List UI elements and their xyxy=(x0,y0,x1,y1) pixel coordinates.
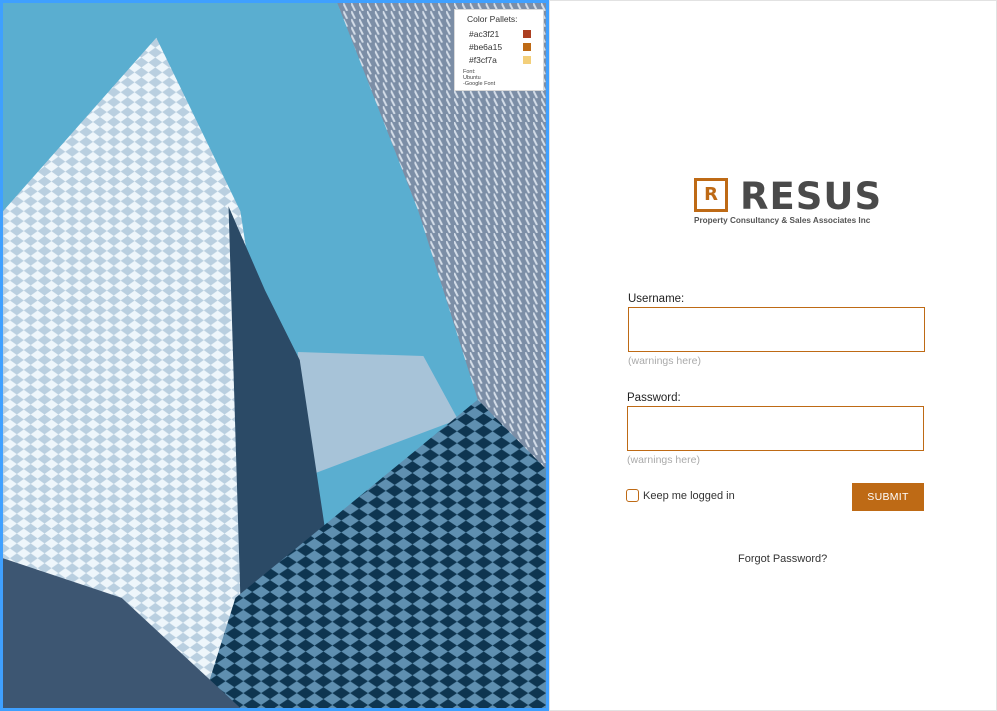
font-note-line: -Google Font xyxy=(463,81,496,87)
keep-logged-in-label[interactable]: Keep me logged in xyxy=(643,490,735,502)
submit-button[interactable]: SUBMIT xyxy=(852,483,924,511)
palette-swatch xyxy=(523,42,531,51)
logo-mark-letter: R xyxy=(704,184,718,205)
skyscraper-illustration xyxy=(3,3,546,708)
forgot-password-link[interactable]: Forgot Password? xyxy=(738,553,827,565)
login-panel xyxy=(549,0,997,711)
color-palette-card: Color Pallets: #ac3f21 #be6a15 #f3cf7a F… xyxy=(454,9,544,91)
logo-mark-icon: R xyxy=(694,178,728,212)
brand-logo: R RESUS Property Consultancy & Sales Ass… xyxy=(694,175,881,228)
hero-image: Color Pallets: #ac3f21 #be6a15 #f3cf7a F… xyxy=(0,0,549,711)
password-label: Password: xyxy=(627,392,681,404)
palette-row: #ac3f21 xyxy=(463,27,535,40)
palette-color-label: #f3cf7a xyxy=(469,54,497,65)
username-input[interactable] xyxy=(628,307,925,352)
palette-color-label: #ac3f21 xyxy=(469,28,500,39)
palette-swatch xyxy=(523,29,531,38)
palette-row: #be6a15 xyxy=(463,40,535,53)
palette-color-label: #be6a15 xyxy=(469,41,503,52)
palette-title: Color Pallets: xyxy=(467,14,518,24)
username-warning: (warnings here) xyxy=(628,355,701,367)
username-label: Username: xyxy=(628,293,685,305)
brand-tagline: Property Consultancy & Sales Associates … xyxy=(694,216,871,225)
password-input[interactable] xyxy=(627,406,924,451)
palette-row: #f3cf7a xyxy=(463,53,535,66)
font-note: Font: Ubuntu -Google Font xyxy=(463,69,535,87)
palette-swatch xyxy=(523,55,531,64)
brand-name: RESUS xyxy=(740,175,883,218)
password-warning: (warnings here) xyxy=(627,454,700,466)
keep-logged-in-checkbox[interactable] xyxy=(626,489,639,502)
